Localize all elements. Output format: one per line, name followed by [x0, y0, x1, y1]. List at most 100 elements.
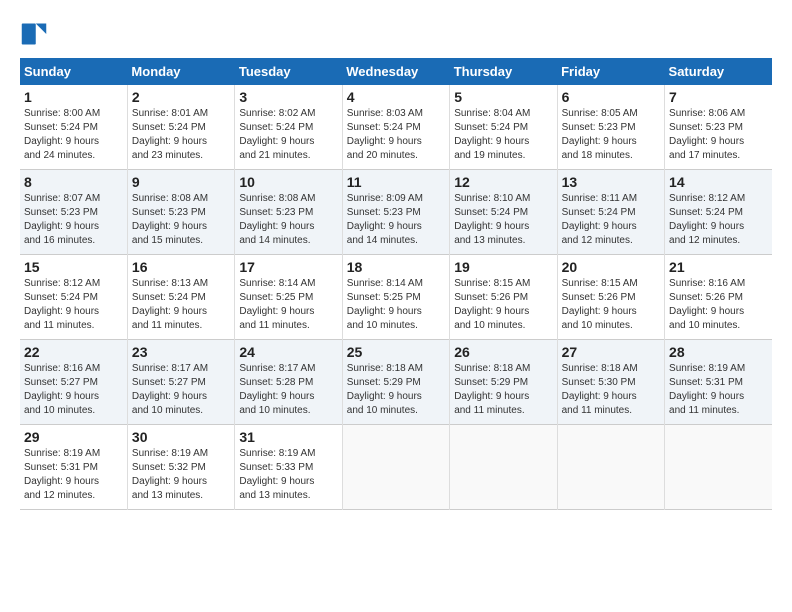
- calendar-cell: 29 Sunrise: 8:19 AMSunset: 5:31 PMDayligh…: [20, 425, 127, 510]
- day-detail: Sunrise: 8:07 AMSunset: 5:23 PMDaylight:…: [24, 192, 123, 248]
- day-detail: Sunrise: 8:01 AMSunset: 5:24 PMDaylight:…: [132, 107, 230, 163]
- calendar-cell: [557, 425, 664, 510]
- day-number: 19: [454, 259, 552, 275]
- calendar-cell: 10 Sunrise: 8:08 AMSunset: 5:23 PMDayligh…: [235, 170, 342, 255]
- day-detail: Sunrise: 8:19 AMSunset: 5:31 PMDaylight:…: [669, 362, 768, 418]
- calendar-cell: 16 Sunrise: 8:13 AMSunset: 5:24 PMDayligh…: [127, 255, 234, 340]
- calendar-cell: 1 Sunrise: 8:00 AMSunset: 5:24 PMDaylight…: [20, 85, 127, 170]
- calendar-week-3: 15 Sunrise: 8:12 AMSunset: 5:24 PMDayligh…: [20, 255, 772, 340]
- calendar-cell: 21Sunrise: 8:16 AMSunset: 5:26 PMDayligh…: [665, 255, 772, 340]
- day-detail: Sunrise: 8:17 AMSunset: 5:28 PMDaylight:…: [239, 362, 337, 418]
- day-detail: Sunrise: 8:09 AMSunset: 5:23 PMDaylight:…: [347, 192, 445, 248]
- logo: [20, 20, 52, 48]
- day-number: 22: [24, 344, 123, 360]
- day-detail: Sunrise: 8:19 AMSunset: 5:33 PMDaylight:…: [239, 447, 337, 503]
- day-detail: Sunrise: 8:13 AMSunset: 5:24 PMDaylight:…: [132, 277, 230, 333]
- day-number: 27: [562, 344, 660, 360]
- day-number: 7: [669, 89, 768, 105]
- day-detail: Sunrise: 8:19 AMSunset: 5:31 PMDaylight:…: [24, 447, 123, 503]
- calendar-cell: 13Sunrise: 8:11 AMSunset: 5:24 PMDayligh…: [557, 170, 664, 255]
- calendar-cell: 27 Sunrise: 8:18 AMSunset: 5:30 PMDayligh…: [557, 340, 664, 425]
- day-detail: Sunrise: 8:17 AMSunset: 5:27 PMDaylight:…: [132, 362, 230, 418]
- weekday-header-wednesday: Wednesday: [342, 58, 449, 85]
- calendar-week-1: 1 Sunrise: 8:00 AMSunset: 5:24 PMDaylight…: [20, 85, 772, 170]
- calendar-cell: 12 Sunrise: 8:10 AMSunset: 5:24 PMDayligh…: [450, 170, 557, 255]
- day-number: 29: [24, 429, 123, 445]
- calendar-cell: 19Sunrise: 8:15 AMSunset: 5:26 PMDayligh…: [450, 255, 557, 340]
- calendar-cell: [450, 425, 557, 510]
- day-number: 1: [24, 89, 123, 105]
- calendar-cell: 22 Sunrise: 8:16 AMSunset: 5:27 PMDayligh…: [20, 340, 127, 425]
- day-number: 8: [24, 174, 123, 190]
- day-detail: Sunrise: 8:18 AMSunset: 5:30 PMDaylight:…: [562, 362, 660, 418]
- day-detail: Sunrise: 8:03 AMSunset: 5:24 PMDaylight:…: [347, 107, 445, 163]
- day-number: 17: [239, 259, 337, 275]
- day-detail: Sunrise: 8:18 AMSunset: 5:29 PMDaylight:…: [347, 362, 445, 418]
- calendar-cell: 26 Sunrise: 8:18 AMSunset: 5:29 PMDayligh…: [450, 340, 557, 425]
- calendar-week-5: 29 Sunrise: 8:19 AMSunset: 5:31 PMDayligh…: [20, 425, 772, 510]
- day-number: 14: [669, 174, 768, 190]
- calendar-cell: 31 Sunrise: 8:19 AMSunset: 5:33 PMDayligh…: [235, 425, 342, 510]
- day-detail: Sunrise: 8:10 AMSunset: 5:24 PMDaylight:…: [454, 192, 552, 248]
- day-detail: Sunrise: 8:06 AMSunset: 5:23 PMDaylight:…: [669, 107, 768, 163]
- calendar-cell: 20Sunrise: 8:15 AMSunset: 5:26 PMDayligh…: [557, 255, 664, 340]
- day-detail: Sunrise: 8:08 AMSunset: 5:23 PMDaylight:…: [132, 192, 230, 248]
- calendar-cell: 3Sunrise: 8:02 AMSunset: 5:24 PMDaylight…: [235, 85, 342, 170]
- calendar-cell: 2 Sunrise: 8:01 AMSunset: 5:24 PMDaylight…: [127, 85, 234, 170]
- calendar-cell: 11 Sunrise: 8:09 AMSunset: 5:23 PMDayligh…: [342, 170, 449, 255]
- weekday-header-saturday: Saturday: [665, 58, 772, 85]
- day-detail: Sunrise: 8:11 AMSunset: 5:24 PMDaylight:…: [562, 192, 660, 248]
- day-detail: Sunrise: 8:08 AMSunset: 5:23 PMDaylight:…: [239, 192, 337, 248]
- day-number: 15: [24, 259, 123, 275]
- calendar-cell: 14 Sunrise: 8:12 AMSunset: 5:24 PMDayligh…: [665, 170, 772, 255]
- day-number: 31: [239, 429, 337, 445]
- day-number: 10: [239, 174, 337, 190]
- day-detail: Sunrise: 8:05 AMSunset: 5:23 PMDaylight:…: [562, 107, 660, 163]
- weekday-header-sunday: Sunday: [20, 58, 127, 85]
- day-detail: Sunrise: 8:12 AMSunset: 5:24 PMDaylight:…: [24, 277, 123, 333]
- day-number: 30: [132, 429, 230, 445]
- day-number: 5: [454, 89, 552, 105]
- calendar-cell: 15 Sunrise: 8:12 AMSunset: 5:24 PMDayligh…: [20, 255, 127, 340]
- calendar-cell: 5 Sunrise: 8:04 AMSunset: 5:24 PMDaylight…: [450, 85, 557, 170]
- day-detail: Sunrise: 8:00 AMSunset: 5:24 PMDaylight:…: [24, 107, 123, 163]
- calendar-cell: [342, 425, 449, 510]
- day-number: 21: [669, 259, 768, 275]
- calendar-cell: 18 Sunrise: 8:14 AMSunset: 5:25 PMDayligh…: [342, 255, 449, 340]
- logo-icon: [20, 20, 48, 48]
- day-detail: Sunrise: 8:18 AMSunset: 5:29 PMDaylight:…: [454, 362, 552, 418]
- day-detail: Sunrise: 8:15 AMSunset: 5:26 PMDaylight:…: [562, 277, 660, 333]
- calendar-cell: 17 Sunrise: 8:14 AMSunset: 5:25 PMDayligh…: [235, 255, 342, 340]
- day-detail: Sunrise: 8:12 AMSunset: 5:24 PMDaylight:…: [669, 192, 768, 248]
- calendar-table: SundayMondayTuesdayWednesdayThursdayFrid…: [20, 58, 772, 510]
- day-detail: Sunrise: 8:14 AMSunset: 5:25 PMDaylight:…: [347, 277, 445, 333]
- day-detail: Sunrise: 8:04 AMSunset: 5:24 PMDaylight:…: [454, 107, 552, 163]
- day-detail: Sunrise: 8:02 AMSunset: 5:24 PMDaylight:…: [239, 107, 337, 163]
- calendar-cell: 30 Sunrise: 8:19 AMSunset: 5:32 PMDayligh…: [127, 425, 234, 510]
- calendar-cell: 25 Sunrise: 8:18 AMSunset: 5:29 PMDayligh…: [342, 340, 449, 425]
- calendar-cell: 24 Sunrise: 8:17 AMSunset: 5:28 PMDayligh…: [235, 340, 342, 425]
- day-number: 9: [132, 174, 230, 190]
- day-detail: Sunrise: 8:19 AMSunset: 5:32 PMDaylight:…: [132, 447, 230, 503]
- day-number: 24: [239, 344, 337, 360]
- weekday-header-thursday: Thursday: [450, 58, 557, 85]
- day-number: 16: [132, 259, 230, 275]
- calendar-week-4: 22 Sunrise: 8:16 AMSunset: 5:27 PMDayligh…: [20, 340, 772, 425]
- calendar-cell: 9 Sunrise: 8:08 AMSunset: 5:23 PMDaylight…: [127, 170, 234, 255]
- weekday-header-monday: Monday: [127, 58, 234, 85]
- day-number: 18: [347, 259, 445, 275]
- calendar-cell: 4 Sunrise: 8:03 AMSunset: 5:24 PMDaylight…: [342, 85, 449, 170]
- day-detail: Sunrise: 8:16 AMSunset: 5:27 PMDaylight:…: [24, 362, 123, 418]
- day-number: 12: [454, 174, 552, 190]
- day-number: 6: [562, 89, 660, 105]
- day-number: 2: [132, 89, 230, 105]
- calendar-cell: [665, 425, 772, 510]
- day-number: 26: [454, 344, 552, 360]
- day-number: 4: [347, 89, 445, 105]
- day-detail: Sunrise: 8:14 AMSunset: 5:25 PMDaylight:…: [239, 277, 337, 333]
- calendar-cell: 6 Sunrise: 8:05 AMSunset: 5:23 PMDaylight…: [557, 85, 664, 170]
- weekday-header-tuesday: Tuesday: [235, 58, 342, 85]
- calendar-cell: 8 Sunrise: 8:07 AMSunset: 5:23 PMDaylight…: [20, 170, 127, 255]
- day-number: 25: [347, 344, 445, 360]
- day-number: 11: [347, 174, 445, 190]
